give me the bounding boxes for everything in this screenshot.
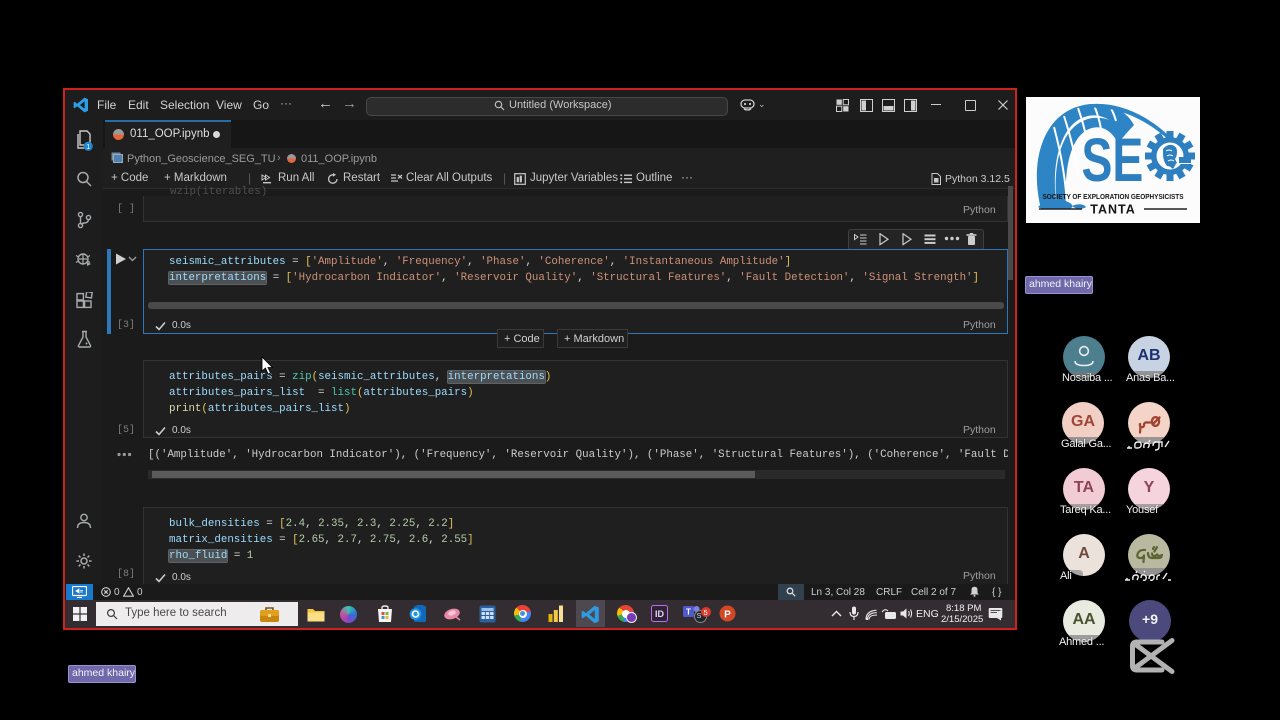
svg-text:SE: SE (1081, 127, 1143, 195)
svg-text:1: 1 (86, 144, 90, 151)
svg-text:P: P (724, 610, 731, 621)
svg-text:ID: ID (655, 609, 665, 619)
svg-text:T: T (686, 608, 691, 617)
svg-text:TANTA: TANTA (1090, 203, 1136, 217)
svg-text:SOCIETY OF EXPLORATION GEOPHYS: SOCIETY OF EXPLORATION GEOPHYSICISTS (1043, 192, 1184, 201)
